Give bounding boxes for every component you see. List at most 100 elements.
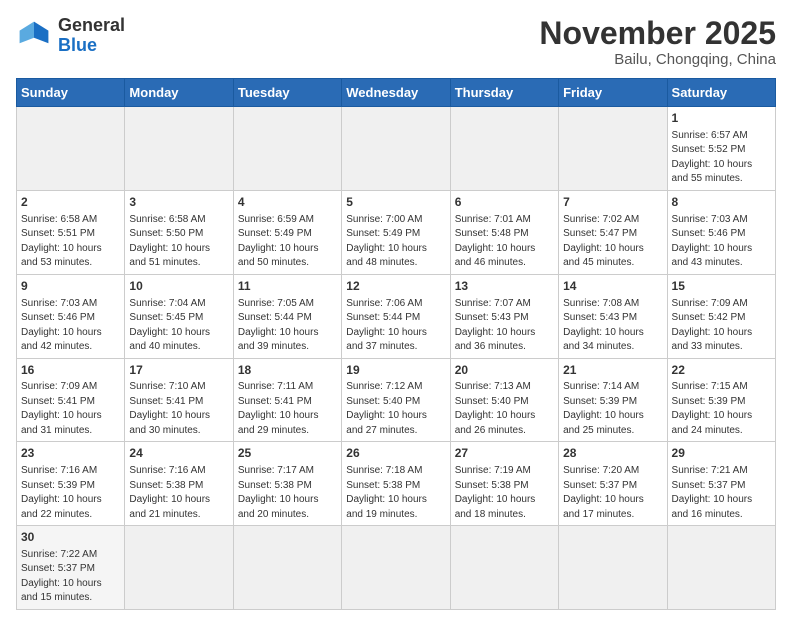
- day-number: 22: [672, 362, 771, 379]
- calendar-day: 19Sunrise: 7:12 AM Sunset: 5:40 PM Dayli…: [342, 358, 450, 442]
- day-info: Sunrise: 7:09 AM Sunset: 5:41 PM Dayligh…: [21, 380, 120, 438]
- day-number: 16: [21, 362, 120, 379]
- logo-general-text: General: [58, 16, 125, 36]
- calendar-day: 14 Sunrise: 7:08 AM Sunset: 5:43 PM Dayli…: [559, 274, 667, 358]
- calendar-day: 30Sunrise: 7:22 AM Sunset: 5:37 PM Dayli…: [17, 526, 125, 610]
- day-info: Sunrise: 7:07 AM Sunset: 5:43 PM Dayligh…: [455, 297, 554, 355]
- calendar-day: 10 Sunrise: 7:04 AM Sunset: 5:45 PM Dayli…: [125, 274, 233, 358]
- calendar-day: [342, 526, 450, 610]
- day-number: 5: [346, 194, 445, 211]
- calendar-day: 3 Sunrise: 6:58 AM Sunset: 5:50 PM Daylig…: [125, 190, 233, 274]
- weekday-header-friday: Friday: [559, 79, 667, 107]
- day-info: Sunrise: 7:18 AM Sunset: 5:38 PM Dayligh…: [346, 464, 445, 522]
- logo-text: General Blue: [58, 16, 125, 56]
- weekday-header-wednesday: Wednesday: [342, 79, 450, 107]
- calendar-day: 13 Sunrise: 7:07 AM Sunset: 5:43 PM Dayli…: [450, 274, 558, 358]
- calendar-day: 12 Sunrise: 7:06 AM Sunset: 5:44 PM Dayli…: [342, 274, 450, 358]
- day-number: 2: [21, 194, 120, 211]
- header: General Blue November 2025 Bailu, Chongq…: [16, 16, 776, 68]
- day-info: Sunrise: 6:58 AM Sunset: 5:51 PM Dayligh…: [21, 213, 120, 271]
- calendar-body: 1Sunrise: 6:57 AM Sunset: 5:52 PM Daylig…: [17, 107, 776, 610]
- calendar-table: SundayMondayTuesdayWednesdayThursdayFrid…: [16, 78, 776, 610]
- day-info: Sunrise: 7:19 AM Sunset: 5:38 PM Dayligh…: [455, 464, 554, 522]
- calendar-day: 17Sunrise: 7:10 AM Sunset: 5:41 PM Dayli…: [125, 358, 233, 442]
- day-info: Sunrise: 7:09 AM Sunset: 5:42 PM Dayligh…: [672, 297, 771, 355]
- calendar-day: 28Sunrise: 7:20 AM Sunset: 5:37 PM Dayli…: [559, 442, 667, 526]
- day-info: Sunrise: 7:15 AM Sunset: 5:39 PM Dayligh…: [672, 380, 771, 438]
- calendar-day: 24 Sunrise: 7:16 AM Sunset: 5:38 PM Dayli…: [125, 442, 233, 526]
- day-info: Sunrise: 7:04 AM Sunset: 5:45 PM Dayligh…: [129, 297, 228, 355]
- calendar-week-4: 23Sunrise: 7:16 AM Sunset: 5:39 PM Dayli…: [17, 442, 776, 526]
- day-number: 11: [238, 278, 337, 295]
- calendar-week-3: 16Sunrise: 7:09 AM Sunset: 5:41 PM Dayli…: [17, 358, 776, 442]
- weekday-header-monday: Monday: [125, 79, 233, 107]
- weekday-header-thursday: Thursday: [450, 79, 558, 107]
- day-info: Sunrise: 7:21 AM Sunset: 5:37 PM Dayligh…: [672, 464, 771, 522]
- day-info: Sunrise: 6:59 AM Sunset: 5:49 PM Dayligh…: [238, 213, 337, 271]
- calendar-day: 4 Sunrise: 6:59 AM Sunset: 5:49 PM Daylig…: [233, 190, 341, 274]
- calendar-day: 27Sunrise: 7:19 AM Sunset: 5:38 PM Dayli…: [450, 442, 558, 526]
- weekday-header-saturday: Saturday: [667, 79, 775, 107]
- calendar-week-5: 30Sunrise: 7:22 AM Sunset: 5:37 PM Dayli…: [17, 526, 776, 610]
- day-info: Sunrise: 7:01 AM Sunset: 5:48 PM Dayligh…: [455, 213, 554, 271]
- day-info: Sunrise: 7:03 AM Sunset: 5:46 PM Dayligh…: [21, 297, 120, 355]
- calendar-day: 21Sunrise: 7:14 AM Sunset: 5:39 PM Dayli…: [559, 358, 667, 442]
- day-info: Sunrise: 7:14 AM Sunset: 5:39 PM Dayligh…: [563, 380, 662, 438]
- calendar-week-0: 1Sunrise: 6:57 AM Sunset: 5:52 PM Daylig…: [17, 107, 776, 191]
- day-number: 7: [563, 194, 662, 211]
- logo: General Blue: [16, 16, 125, 56]
- calendar-day: 25 Sunrise: 7:17 AM Sunset: 5:38 PM Dayli…: [233, 442, 341, 526]
- day-number: 12: [346, 278, 445, 295]
- calendar-day: [450, 107, 558, 191]
- day-number: 4: [238, 194, 337, 211]
- calendar-day: 5 Sunrise: 7:00 AM Sunset: 5:49 PM Daylig…: [342, 190, 450, 274]
- day-info: Sunrise: 7:03 AM Sunset: 5:46 PM Dayligh…: [672, 213, 771, 271]
- day-info: Sunrise: 7:00 AM Sunset: 5:49 PM Dayligh…: [346, 213, 445, 271]
- day-number: 29: [672, 445, 771, 462]
- calendar-day: [17, 107, 125, 191]
- day-info: Sunrise: 7:17 AM Sunset: 5:38 PM Dayligh…: [238, 464, 337, 522]
- main-title: November 2025: [539, 16, 776, 51]
- calendar-day: 16Sunrise: 7:09 AM Sunset: 5:41 PM Dayli…: [17, 358, 125, 442]
- calendar-header: SundayMondayTuesdayWednesdayThursdayFrid…: [17, 79, 776, 107]
- day-number: 14: [563, 278, 662, 295]
- day-info: Sunrise: 7:20 AM Sunset: 5:37 PM Dayligh…: [563, 464, 662, 522]
- day-info: Sunrise: 7:11 AM Sunset: 5:41 PM Dayligh…: [238, 380, 337, 438]
- calendar-day: 6 Sunrise: 7:01 AM Sunset: 5:48 PM Daylig…: [450, 190, 558, 274]
- calendar-day: 18Sunrise: 7:11 AM Sunset: 5:41 PM Dayli…: [233, 358, 341, 442]
- calendar-day: [559, 107, 667, 191]
- day-info: Sunrise: 7:16 AM Sunset: 5:38 PM Dayligh…: [129, 464, 228, 522]
- logo-icon: [16, 18, 52, 54]
- calendar-day: 15Sunrise: 7:09 AM Sunset: 5:42 PM Dayli…: [667, 274, 775, 358]
- calendar-day: 26Sunrise: 7:18 AM Sunset: 5:38 PM Dayli…: [342, 442, 450, 526]
- day-number: 3: [129, 194, 228, 211]
- calendar-day: 23Sunrise: 7:16 AM Sunset: 5:39 PM Dayli…: [17, 442, 125, 526]
- day-info: Sunrise: 7:06 AM Sunset: 5:44 PM Dayligh…: [346, 297, 445, 355]
- day-number: 9: [21, 278, 120, 295]
- day-info: Sunrise: 6:58 AM Sunset: 5:50 PM Dayligh…: [129, 213, 228, 271]
- day-number: 25: [238, 445, 337, 462]
- day-info: Sunrise: 7:22 AM Sunset: 5:37 PM Dayligh…: [21, 548, 120, 606]
- day-number: 20: [455, 362, 554, 379]
- calendar-day: 9 Sunrise: 7:03 AM Sunset: 5:46 PM Daylig…: [17, 274, 125, 358]
- day-info: Sunrise: 7:16 AM Sunset: 5:39 PM Dayligh…: [21, 464, 120, 522]
- calendar-day: 7 Sunrise: 7:02 AM Sunset: 5:47 PM Daylig…: [559, 190, 667, 274]
- calendar-day: [667, 526, 775, 610]
- calendar-day: [342, 107, 450, 191]
- day-number: 13: [455, 278, 554, 295]
- calendar-day: 1Sunrise: 6:57 AM Sunset: 5:52 PM Daylig…: [667, 107, 775, 191]
- calendar-day: 11Sunrise: 7:05 AM Sunset: 5:44 PM Dayli…: [233, 274, 341, 358]
- day-number: 1: [672, 110, 771, 127]
- day-number: 24: [129, 445, 228, 462]
- calendar-day: 20Sunrise: 7:13 AM Sunset: 5:40 PM Dayli…: [450, 358, 558, 442]
- day-number: 8: [672, 194, 771, 211]
- calendar-day: 22Sunrise: 7:15 AM Sunset: 5:39 PM Dayli…: [667, 358, 775, 442]
- day-number: 6: [455, 194, 554, 211]
- day-info: Sunrise: 7:02 AM Sunset: 5:47 PM Dayligh…: [563, 213, 662, 271]
- day-info: Sunrise: 7:08 AM Sunset: 5:43 PM Dayligh…: [563, 297, 662, 355]
- title-block: November 2025 Bailu, Chongqing, China: [539, 16, 776, 68]
- day-number: 18: [238, 362, 337, 379]
- day-number: 10: [129, 278, 228, 295]
- calendar-day: [125, 107, 233, 191]
- calendar-day: 29 Sunrise: 7:21 AM Sunset: 5:37 PM Dayli…: [667, 442, 775, 526]
